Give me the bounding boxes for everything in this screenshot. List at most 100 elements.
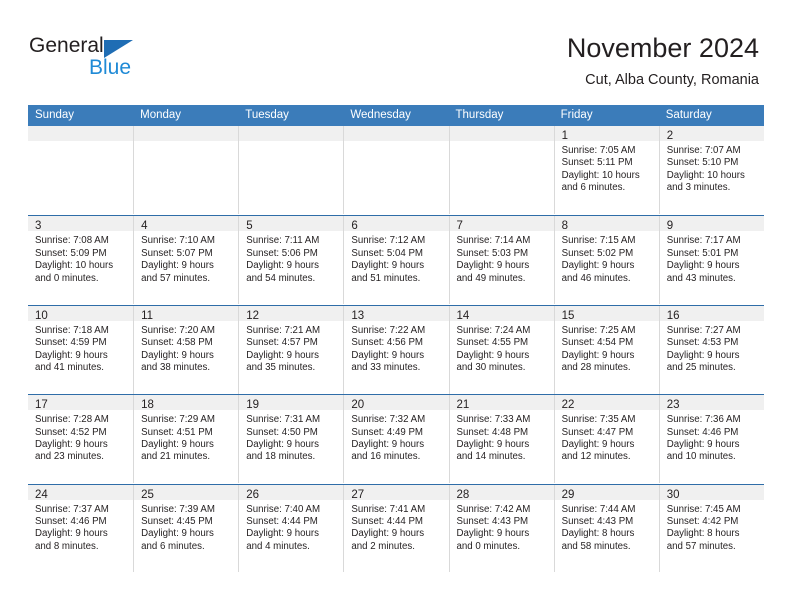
- day-number: 22: [561, 399, 575, 412]
- day-sun-info: Sunrise: 7:18 AM Sunset: 4:59 PM Daylight:…: [28, 321, 133, 375]
- calendar-day-cell[interactable]: 27 Sunrise: 7:41 AM Sunset: 4:44 PM Dayligh…: [343, 484, 449, 573]
- sunset-text: Sunset: 5:04 PM: [351, 247, 423, 259]
- calendar-day-cell[interactable]: 20 Sunrise: 7:32 AM Sunset: 4:49 PM Dayligh…: [343, 395, 449, 484]
- calendar-day-cell[interactable]: 5 Sunrise: 7:11 AM Sunset: 5:06 PM Daylight…: [238, 216, 344, 305]
- calendar-day-cell[interactable]: 28 Sunrise: 7:42 AM Sunset: 4:43 PM Dayligh…: [448, 484, 554, 573]
- calendar-day-cell[interactable]: 19 Sunrise: 7:31 AM Sunset: 4:50 PM Dayligh…: [238, 395, 344, 484]
- sunrise-text: Sunrise: 7:29 AM: [141, 414, 215, 426]
- calendar-day-cell[interactable]: 2 Sunrise: 7:07 AM Sunset: 5:10 PM Daylight…: [658, 126, 764, 214]
- day-number-band: 6: [344, 216, 449, 232]
- calendar-weeks: 1 Sunrise: 7:05 AM Sunset: 5:11 PM Daylight…: [28, 126, 764, 573]
- calendar-day-cell[interactable]: 10 Sunrise: 7:18 AM Sunset: 4:59 PM Dayligh…: [28, 305, 134, 394]
- day-number-band: 15: [554, 305, 659, 322]
- daylight-text-line2: and 0 minutes.: [456, 540, 521, 552]
- daylight-text-line1: Daylight: 9 hours: [141, 260, 214, 272]
- day-sun-info: Sunrise: 7:42 AM Sunset: 4:43 PM Daylight:…: [450, 500, 554, 554]
- day-number-band: 4: [134, 216, 239, 232]
- calendar-day-cell[interactable]: 24 Sunrise: 7:37 AM Sunset: 4:46 PM Dayligh…: [28, 484, 134, 573]
- calendar-day-cell[interactable]: 7 Sunrise: 7:14 AM Sunset: 5:03 PM Daylight…: [448, 216, 554, 305]
- sunset-text: Sunset: 4:43 PM: [561, 515, 634, 527]
- sunset-text: Sunset: 4:46 PM: [35, 515, 107, 527]
- daylight-text-line1: Daylight: 9 hours: [666, 438, 740, 450]
- day-number-band: 7: [449, 216, 554, 232]
- daylight-text-line1: Daylight: 9 hours: [246, 438, 319, 450]
- day-number-band: 30: [659, 484, 764, 501]
- day-number-band: [28, 126, 134, 141]
- day-sun-info: Sunrise: 7:14 AM Sunset: 5:03 PM Daylight:…: [450, 231, 554, 285]
- calendar-day-cell[interactable]: 30 Sunrise: 7:45 AM Sunset: 4:42 PM Dayligh…: [658, 484, 764, 573]
- day-sun-info: Sunrise: 7:27 AM Sunset: 4:53 PM Daylight:…: [660, 321, 764, 375]
- sunset-text: Sunset: 4:48 PM: [456, 426, 529, 438]
- calendar-day-cell[interactable]: 21 Sunrise: 7:33 AM Sunset: 4:48 PM Dayligh…: [448, 395, 554, 484]
- daylight-text-line2: and 57 minutes.: [666, 540, 736, 552]
- calendar-day-cell[interactable]: 13 Sunrise: 7:22 AM Sunset: 4:56 PM Dayligh…: [343, 305, 449, 394]
- calendar-day-cell[interactable]: 18 Sunrise: 7:29 AM Sunset: 4:51 PM Dayligh…: [133, 395, 239, 484]
- weekday-header-tuesday: Tuesday: [245, 109, 289, 121]
- calendar-day-cell[interactable]: 26 Sunrise: 7:40 AM Sunset: 4:44 PM Dayligh…: [238, 484, 344, 573]
- weekday-header-friday: Friday: [560, 109, 593, 121]
- daylight-text-line2: and 8 minutes.: [35, 540, 99, 552]
- day-number-band: 18: [134, 395, 239, 411]
- sunrise-text: Sunrise: 7:31 AM: [246, 414, 321, 426]
- sunset-text: Sunset: 4:58 PM: [141, 337, 213, 349]
- general-blue-logo[interactable]: General Blue: [29, 34, 229, 84]
- weekday-header-monday: Monday: [140, 109, 182, 121]
- calendar-day-cell[interactable]: 16 Sunrise: 7:27 AM Sunset: 4:53 PM Dayligh…: [658, 305, 764, 394]
- sunrise-text: Sunrise: 7:10 AM: [141, 235, 215, 247]
- calendar-day-cell[interactable]: 14 Sunrise: 7:24 AM Sunset: 4:55 PM Dayligh…: [448, 305, 554, 394]
- calendar-day-cell[interactable]: 23 Sunrise: 7:36 AM Sunset: 4:46 PM Dayligh…: [658, 395, 764, 484]
- day-sun-info: Sunrise: 7:45 AM Sunset: 4:42 PM Daylight:…: [660, 500, 764, 554]
- calendar-day-cell[interactable]: 8 Sunrise: 7:15 AM Sunset: 5:02 PM Daylight…: [553, 216, 659, 305]
- weekday-header-thursday: Thursday: [455, 109, 504, 121]
- day-sun-info: Sunrise: 7:21 AM Sunset: 4:57 PM Daylight:…: [239, 321, 343, 375]
- sunset-text: Sunset: 4:56 PM: [351, 337, 423, 349]
- day-number-band: [239, 126, 344, 141]
- calendar-page: General Blue November 2024 Cut, Alba Cou…: [0, 0, 792, 612]
- daylight-text-line1: Daylight: 9 hours: [351, 349, 425, 361]
- calendar-day-cell[interactable]: 12 Sunrise: 7:21 AM Sunset: 4:57 PM Dayligh…: [238, 305, 344, 394]
- calendar-day-cell-empty: [448, 126, 554, 214]
- daylight-text-line2: and 18 minutes.: [246, 451, 316, 463]
- calendar-day-cell[interactable]: 11 Sunrise: 7:20 AM Sunset: 4:58 PM Dayligh…: [133, 305, 239, 394]
- calendar-day-cell[interactable]: 15 Sunrise: 7:25 AM Sunset: 4:54 PM Dayligh…: [553, 305, 659, 394]
- day-number: 29: [561, 488, 575, 501]
- calendar-day-cell[interactable]: 6 Sunrise: 7:12 AM Sunset: 5:04 PM Daylight…: [343, 216, 449, 305]
- calendar-day-cell[interactable]: 3 Sunrise: 7:08 AM Sunset: 5:09 PM Daylight…: [28, 216, 134, 305]
- page-subtitle: Cut, Alba County, Romania: [585, 72, 759, 88]
- calendar-day-cell[interactable]: 22 Sunrise: 7:35 AM Sunset: 4:47 PM Dayligh…: [553, 395, 659, 484]
- sunset-text: Sunset: 4:55 PM: [456, 337, 529, 349]
- sunrise-text: Sunrise: 7:21 AM: [246, 324, 321, 336]
- day-number: 1: [561, 130, 569, 142]
- day-number: 8: [561, 220, 569, 233]
- sunset-text: Sunset: 5:02 PM: [561, 247, 634, 259]
- daylight-text-line1: Daylight: 8 hours: [666, 528, 740, 540]
- day-number-band: 25: [134, 484, 239, 501]
- day-number: 13: [351, 309, 365, 322]
- daylight-text-line2: and 4 minutes.: [246, 540, 310, 552]
- calendar-day-cell[interactable]: 9 Sunrise: 7:17 AM Sunset: 5:01 PM Daylight…: [658, 216, 764, 305]
- sunrise-text: Sunrise: 7:08 AM: [35, 235, 109, 247]
- daylight-text-line2: and 58 minutes.: [561, 540, 631, 552]
- day-sun-info: Sunrise: 7:17 AM Sunset: 5:01 PM Daylight:…: [660, 231, 764, 285]
- day-number: 26: [246, 488, 260, 501]
- daylight-text-line1: Daylight: 9 hours: [456, 438, 530, 450]
- calendar-day-cell[interactable]: 4 Sunrise: 7:10 AM Sunset: 5:07 PM Daylight…: [133, 216, 239, 305]
- daylight-text-line1: Daylight: 10 hours: [35, 260, 114, 272]
- day-sun-info: Sunrise: 7:20 AM Sunset: 4:58 PM Daylight:…: [134, 321, 238, 375]
- day-number-band: [344, 126, 449, 141]
- day-number: 12: [246, 309, 260, 322]
- sunrise-text: Sunrise: 7:36 AM: [666, 414, 741, 426]
- day-number-band: [449, 126, 554, 141]
- daylight-text-line1: Daylight: 9 hours: [351, 260, 425, 272]
- page-header: General Blue November 2024 Cut, Alba Cou…: [0, 0, 792, 100]
- daylight-text-line1: Daylight: 9 hours: [141, 528, 214, 540]
- calendar-day-cell[interactable]: 29 Sunrise: 7:44 AM Sunset: 4:43 PM Dayligh…: [553, 484, 659, 573]
- calendar-day-cell[interactable]: 25 Sunrise: 7:39 AM Sunset: 4:45 PM Dayligh…: [133, 484, 239, 573]
- calendar-day-cell[interactable]: 1 Sunrise: 7:05 AM Sunset: 5:11 PM Daylight…: [553, 126, 659, 214]
- daylight-text-line1: Daylight: 9 hours: [35, 438, 108, 450]
- day-number: 27: [351, 488, 365, 501]
- day-sun-info: Sunrise: 7:12 AM Sunset: 5:04 PM Daylight:…: [344, 231, 448, 285]
- daylight-text-line1: Daylight: 10 hours: [666, 169, 745, 181]
- sunrise-text: Sunrise: 7:15 AM: [561, 235, 636, 247]
- calendar-day-cell[interactable]: 17 Sunrise: 7:28 AM Sunset: 4:52 PM Dayligh…: [28, 395, 134, 484]
